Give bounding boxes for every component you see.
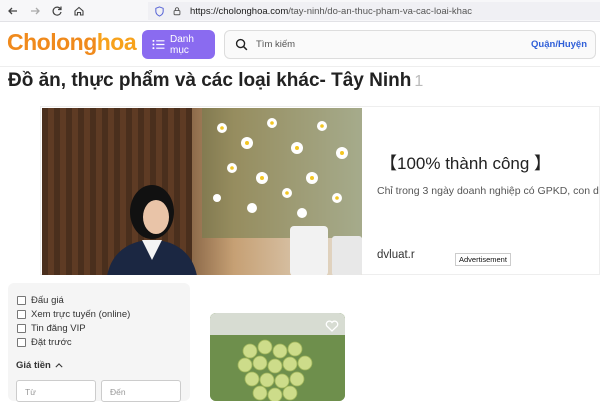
filter-panel: Đấu giá Xem trực tuyến (online) Tin đăng… xyxy=(8,283,190,402)
checkbox[interactable] xyxy=(17,324,26,333)
lock-icon xyxy=(170,4,184,18)
flowers-graphic xyxy=(202,108,362,238)
price-filter-title: Giá tiền xyxy=(16,360,51,371)
search-input[interactable]: Tìm kiếm xyxy=(256,39,531,50)
checkbox[interactable] xyxy=(17,296,26,305)
url-text: https://cholonghoa.com/tay-ninh/do-an-th… xyxy=(190,6,472,17)
site-logo[interactable]: Cholonghoa xyxy=(7,29,137,56)
url-host: https://cholonghoa.com xyxy=(190,5,289,17)
ad-domain[interactable]: dvluat.r xyxy=(377,249,415,261)
logo-accent: hoa xyxy=(96,29,137,55)
fan-graphic xyxy=(332,236,362,275)
home-icon xyxy=(74,6,84,16)
site-header: Cholonghoa Danh mục Tìm kiếm Quận/Huyện xyxy=(0,22,600,67)
filter-option-vip[interactable]: Tin đăng VIP xyxy=(17,323,86,334)
forward-button[interactable] xyxy=(26,2,44,20)
filter-option-online[interactable]: Xem trực tuyến (online) xyxy=(17,309,130,320)
arrow-left-icon xyxy=(8,7,17,14)
district-selector[interactable]: Quận/Huyện xyxy=(531,39,587,50)
page-title-text: Đồ ăn, thực phẩm và các loại khác- Tây N… xyxy=(8,70,412,91)
price-to-input[interactable]: Đến xyxy=(101,380,181,402)
filter-option-preorder[interactable]: Đặt trước xyxy=(17,337,72,348)
price-filter-header[interactable]: Giá tiền xyxy=(16,360,63,371)
filter-option-label: Đấu giá xyxy=(31,295,64,306)
filter-option-label: Tin đăng VIP xyxy=(31,323,86,334)
vase-graphic xyxy=(290,226,328,275)
url-path: /tay-ninh/do-an-thuc-pham-va-cac-loai-kh… xyxy=(288,5,472,17)
logo-main: Cholong xyxy=(7,29,97,55)
page-title: Đồ ăn, thực phẩm và các loại khác- Tây N… xyxy=(8,70,423,92)
shield-icon xyxy=(152,4,166,18)
chevron-up-icon xyxy=(55,363,63,368)
checkbox[interactable] xyxy=(17,338,26,347)
product-card[interactable] xyxy=(210,313,345,401)
home-button[interactable] xyxy=(70,2,88,20)
category-menu-button[interactable]: Danh mục xyxy=(142,30,215,59)
person-graphic xyxy=(107,185,197,275)
browser-toolbar: https://cholonghoa.com/tay-ninh/do-an-th… xyxy=(0,0,600,22)
list-icon xyxy=(152,39,165,50)
heart-icon[interactable] xyxy=(325,319,339,337)
category-menu-label: Danh mục xyxy=(170,33,194,56)
reload-button[interactable] xyxy=(48,2,66,20)
ad-headline[interactable]: 【100% thành công 】 xyxy=(380,149,551,174)
ad-image xyxy=(42,108,362,275)
ad-tag: Advertisement xyxy=(455,253,511,266)
filter-option-label: Đặt trước xyxy=(31,337,72,348)
filter-option-label: Xem trực tuyến (online) xyxy=(31,309,131,320)
ad-description: Chỉ trong 3 ngày doanh nghiệp có GPKD, c… xyxy=(377,185,599,197)
listing-count: 1 xyxy=(414,73,424,90)
reload-icon xyxy=(52,6,62,16)
checkbox[interactable] xyxy=(17,310,26,319)
advertisement-banner[interactable]: 【100% thành công 】 Chỉ trong 3 ngày doan… xyxy=(40,106,600,275)
arrow-right-icon xyxy=(31,7,40,14)
back-button[interactable] xyxy=(4,2,22,20)
filter-option-auction[interactable]: Đấu giá xyxy=(17,295,64,306)
price-from-input[interactable]: Từ xyxy=(16,380,96,402)
address-bar[interactable]: https://cholonghoa.com/tay-ninh/do-an-th… xyxy=(148,2,600,20)
search-icon xyxy=(235,38,248,51)
search-bar[interactable]: Tìm kiếm Quận/Huyện xyxy=(224,30,596,59)
